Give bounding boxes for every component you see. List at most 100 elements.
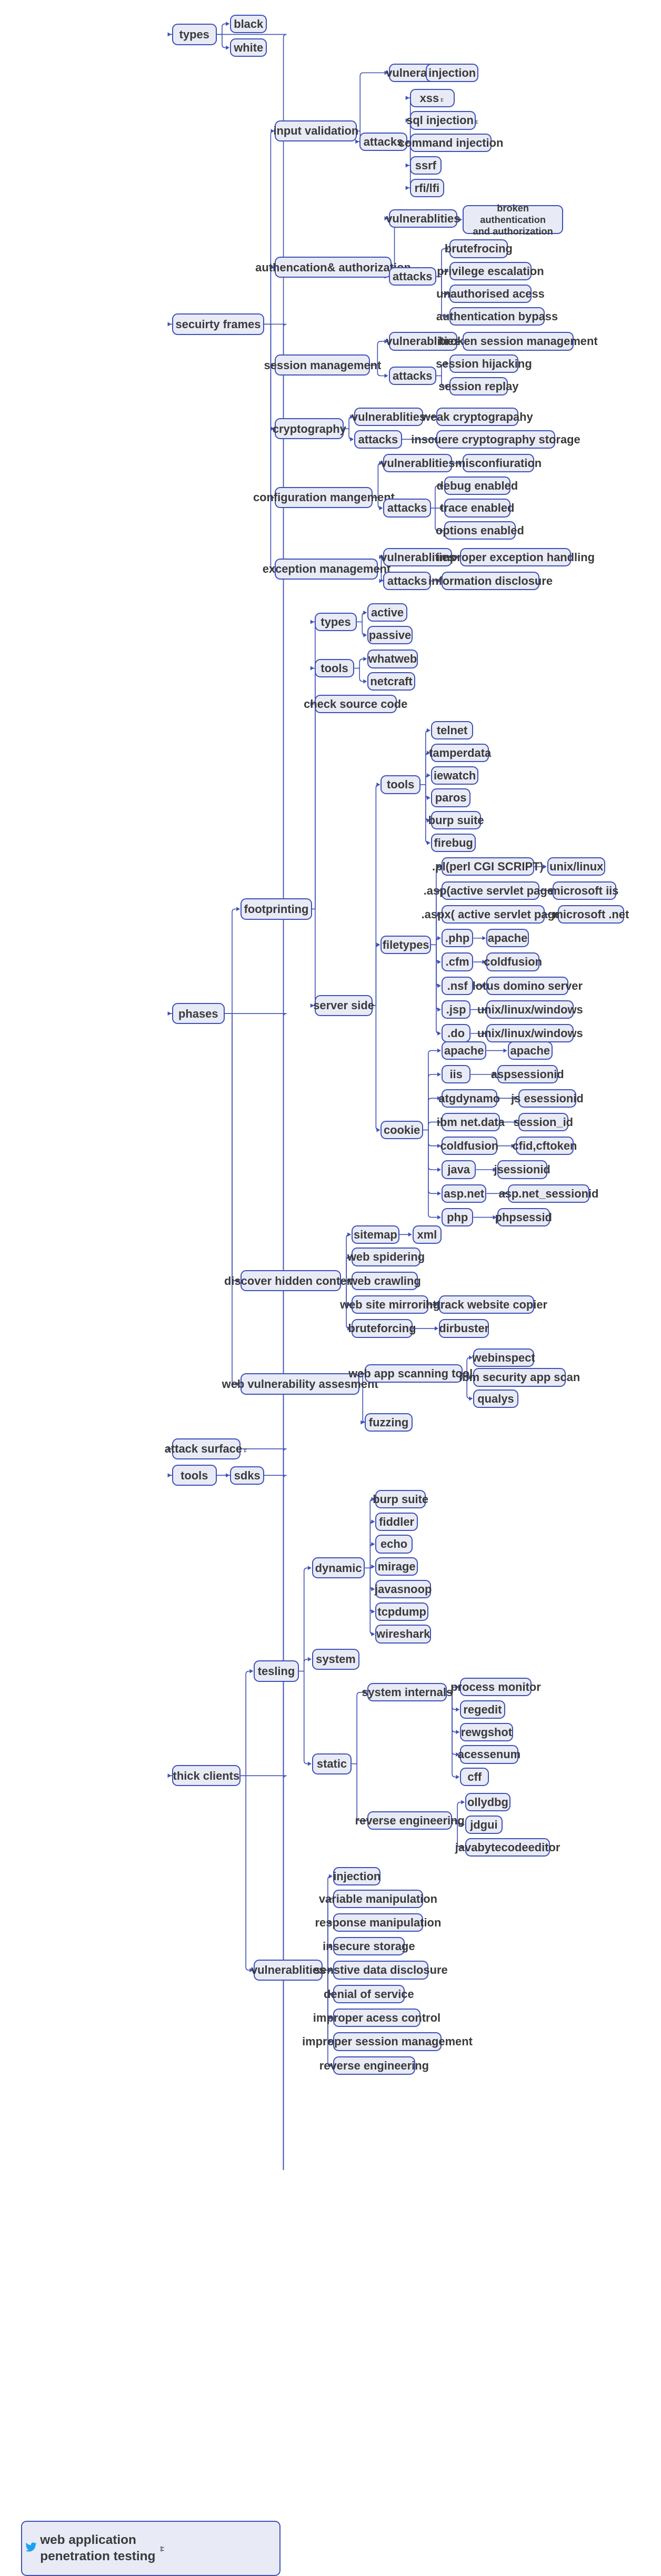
collapse-node-icon[interactable] xyxy=(440,92,445,105)
node-dy-javasnoop[interactable]: javasnoop xyxy=(375,1579,432,1599)
node-security-frames[interactable]: secuirty frames xyxy=(172,313,265,335)
node-filetypes[interactable]: filetypes xyxy=(380,935,431,954)
node-ss-burp-suite[interactable]: burp suite xyxy=(428,811,484,830)
node-wva-qualys[interactable]: qualys xyxy=(473,1389,518,1408)
node-iv-sql-injection[interactable]: sql injection xyxy=(406,111,479,130)
node-em-improper-handling[interactable]: improper exception handling xyxy=(436,547,595,566)
node-ss-tamperdata[interactable]: tamperdata xyxy=(429,743,491,763)
node-phases[interactable]: phases xyxy=(172,1003,225,1025)
node-wva-fuzzing[interactable]: fuzzing xyxy=(365,1413,413,1432)
node-tv-reverse-engineering[interactable]: reverse engineering xyxy=(319,2056,429,2075)
node-input-validation[interactable]: input validation xyxy=(273,120,358,142)
node-ck-coldfusion-value[interactable]: cfid,cftoken xyxy=(512,1137,577,1155)
node-types-black[interactable]: black xyxy=(230,14,267,33)
node-iv-command-injection[interactable]: command injection xyxy=(398,134,503,153)
node-discover-hidden-content[interactable]: discover hidden content xyxy=(224,1270,357,1292)
node-re-jdgui[interactable]: jdgui xyxy=(465,1815,503,1834)
node-em-attacks[interactable]: attacks xyxy=(383,571,431,591)
node-iv-xss[interactable]: xss xyxy=(409,88,455,107)
node-auth-vulnerablities[interactable]: vulnerablities xyxy=(386,209,460,228)
node-crypto-insecure-storage[interactable]: inscuere cryptography storage xyxy=(411,430,580,449)
node-si-process-monitor[interactable]: process monitor xyxy=(450,1678,541,1697)
node-exception-management[interactable]: exception management xyxy=(263,558,390,580)
node-authentication-authorization[interactable]: authencation& authorization xyxy=(255,257,411,278)
node-tools[interactable]: tools xyxy=(172,1465,217,1486)
collapse-node-icon[interactable] xyxy=(475,114,479,127)
node-dh-httrack[interactable]: httrack website copier xyxy=(426,1295,547,1314)
node-ft-php-platform[interactable]: apache xyxy=(486,929,529,948)
node-auth-privilege-escalation[interactable]: privilege escalation xyxy=(437,262,544,281)
node-types-white[interactable]: white xyxy=(230,38,267,57)
node-re-javabytecodeeditor[interactable]: javabytecodeeditor xyxy=(455,1838,560,1857)
node-cm-vulnerablities[interactable]: vulnerablities xyxy=(380,453,455,473)
node-ck-php[interactable]: php xyxy=(442,1208,474,1227)
node-tv-improper-access-control[interactable]: improper acess control xyxy=(313,2009,440,2027)
node-types[interactable]: types xyxy=(172,24,217,45)
node-ft-nsf[interactable]: .nsf xyxy=(442,976,474,995)
node-reverse-engineering[interactable]: reverse engineering xyxy=(355,1811,465,1830)
node-dh-xml[interactable]: xml xyxy=(412,1225,442,1244)
node-ck-apache[interactable]: apache xyxy=(442,1041,487,1060)
node-ck-ibm[interactable]: ibm net.data xyxy=(437,1112,505,1132)
node-sm-broken[interactable]: broken session management xyxy=(439,332,598,351)
node-si-rewgshot[interactable]: rewgshot xyxy=(460,1722,513,1741)
node-cm-debug-enabled[interactable]: debug enabled xyxy=(437,476,518,495)
node-ss-paros[interactable]: paros xyxy=(430,788,471,807)
node-cm-attacks[interactable]: attacks xyxy=(383,499,431,518)
node-ft-aspx[interactable]: .aspx( active servlet page) xyxy=(422,905,565,924)
node-fp-whatweb[interactable]: whatweb xyxy=(367,650,418,668)
node-ft-aspx-platform[interactable]: microsoft .net xyxy=(553,905,629,924)
node-dy-fiddler[interactable]: fiddler xyxy=(375,1512,418,1531)
node-dh-web-crawling[interactable]: web crawling xyxy=(348,1271,421,1290)
node-dy-echo[interactable]: echo xyxy=(375,1535,413,1554)
node-sm-hijacking[interactable]: session hijacking xyxy=(436,354,532,373)
node-ft-pl-platform[interactable]: unix/linux xyxy=(547,857,606,876)
node-wva-scanning-tools[interactable]: web app scanning tools xyxy=(348,1364,479,1383)
node-auth-unauthorised-access[interactable]: unauthorised acess xyxy=(436,284,545,303)
node-wva-ibm-appscan[interactable]: ibm security app scan xyxy=(459,1368,580,1387)
node-system[interactable]: system xyxy=(312,1648,360,1670)
node-tv-denial-of-service[interactable]: denial of service xyxy=(324,1984,414,2003)
node-ft-cfm[interactable]: .cfm xyxy=(442,952,474,971)
node-ft-do[interactable]: .do xyxy=(442,1024,471,1043)
node-auth-broken[interactable]: broken authentication and authorization xyxy=(463,202,564,237)
node-ss-telnet[interactable]: telnet xyxy=(430,721,474,740)
node-fp-check-source-code[interactable]: check source code xyxy=(304,694,407,714)
node-re-ollydbg[interactable]: ollydbg xyxy=(465,1792,510,1812)
node-ft-pl[interactable]: .pl(perl CGI SCRIPT) xyxy=(432,857,544,876)
node-configuration-management[interactable]: configuration mangement xyxy=(253,486,395,509)
node-dh-web-site-mirroring[interactable]: web site mirroring xyxy=(340,1295,440,1314)
node-ck-atgdynamo-value[interactable]: js esessionid xyxy=(511,1089,584,1108)
node-fp-tools[interactable]: tools xyxy=(314,658,355,678)
node-sm-replay[interactable]: session replay xyxy=(438,377,518,396)
node-wva-webinspect[interactable]: webinspect xyxy=(472,1348,535,1367)
node-static[interactable]: static xyxy=(312,1753,352,1774)
node-tv-sensitive-data-disclosure[interactable]: senstive data disclosure xyxy=(314,1961,448,1980)
node-sm-attacks[interactable]: attacks xyxy=(388,366,436,386)
node-web-vulnerability-assessment[interactable]: web vulnerability assesment xyxy=(222,1373,378,1395)
node-dh-dirbuster[interactable]: dirbuster xyxy=(438,1319,489,1338)
node-server-side[interactable]: server side xyxy=(313,995,374,1017)
node-system-internals[interactable]: system internals xyxy=(362,1683,453,1702)
node-ft-jsp-platform[interactable]: unix/linux/windows xyxy=(477,1000,583,1019)
node-tools-sdks[interactable]: sdks xyxy=(230,1466,265,1485)
node-iv-injection[interactable]: injection xyxy=(425,63,479,82)
node-ck-aspnet-value[interactable]: asp.net_sessionid xyxy=(499,1184,598,1203)
node-crypto-vulnerablities[interactable]: vulnerablities xyxy=(352,407,426,427)
node-cryptography[interactable]: cryptography xyxy=(273,418,346,440)
root-node[interactable]: web application penetration testing xyxy=(21,2520,281,2576)
node-ss-iewatch[interactable]: iewatch xyxy=(430,766,479,785)
node-ft-asp-platform[interactable]: microsoft iis xyxy=(550,881,618,900)
node-ck-coldfusion[interactable]: coldfusion xyxy=(440,1137,498,1155)
node-ck-java[interactable]: java xyxy=(442,1160,476,1179)
node-crypto-weak[interactable]: weak cryptograpahy xyxy=(422,407,533,427)
node-tv-variable-manipulation[interactable]: variable manipulation xyxy=(319,1889,437,1908)
node-dh-web-spidering[interactable]: web spidering xyxy=(347,1248,425,1266)
node-si-regedit[interactable]: regedit xyxy=(460,1700,505,1719)
node-tc-vulnerablities[interactable]: vulnerablities xyxy=(251,1959,325,1981)
node-tv-injection[interactable]: injection xyxy=(333,1867,381,1886)
collapse-node-icon[interactable] xyxy=(244,1442,248,1455)
node-ck-java-value[interactable]: jsessionid xyxy=(494,1160,550,1179)
node-ft-php[interactable]: .php xyxy=(442,929,474,948)
node-auth-bypass[interactable]: authentication bypass xyxy=(436,307,558,326)
